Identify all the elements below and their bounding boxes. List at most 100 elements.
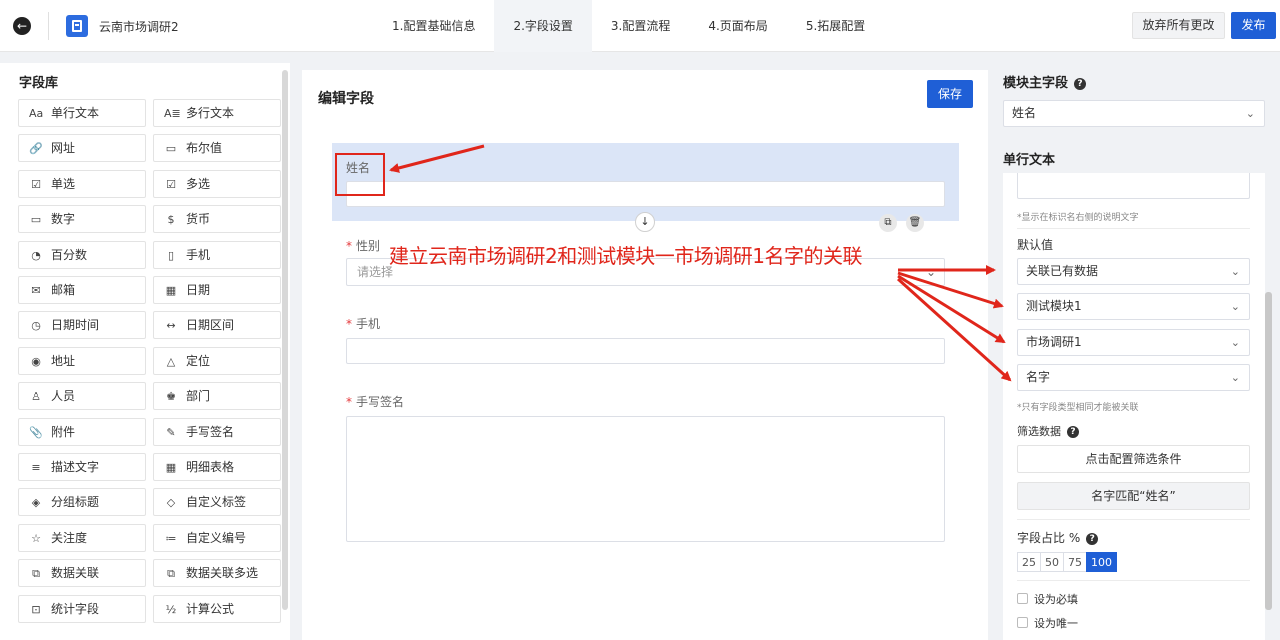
default-type-select[interactable]: 关联已有数据 ⌄ <box>1017 258 1250 285</box>
help-icon[interactable]: ? <box>1074 78 1087 90</box>
form-select[interactable]: 市场调研1 ⌄ <box>1017 329 1250 356</box>
library-item[interactable]: $ 货币 <box>153 205 281 234</box>
number-icon: ▭ <box>30 213 42 227</box>
library-item[interactable]: Aa 单行文本 <box>18 99 146 127</box>
mail-icon: ✉ <box>31 284 41 297</box>
library-item[interactable]: ▦ 明细表格 <box>153 453 281 481</box>
related-field-select[interactable]: 名字 ⌄ <box>1017 364 1250 391</box>
library-item-label: 网址 <box>51 141 76 156</box>
signature-pad[interactable] <box>346 416 945 542</box>
chevron-down-icon: ⌄ <box>1230 371 1240 384</box>
library-item[interactable]: ♚ 部门 <box>153 382 281 411</box>
chevron-down-icon: ⌄ <box>925 265 936 279</box>
library-item[interactable]: ▭ 布尔值 <box>153 134 281 163</box>
step-tab-field-settings[interactable]: 2.字段设置 <box>494 0 592 52</box>
library-item[interactable]: ⧉ 数据关联 <box>18 559 146 588</box>
width-option-100[interactable]: 100 <box>1086 552 1117 572</box>
library-item[interactable]: ≔ 自定义编号 <box>153 523 281 552</box>
width-option-75[interactable]: 75 <box>1063 552 1087 572</box>
date-range-icon: ↔ <box>166 319 176 333</box>
arrow-down-icon[interactable]: ↓ <box>635 212 655 232</box>
chevron-down-icon: ⌄ <box>1230 336 1240 349</box>
location-pin-icon: ◉ <box>31 354 41 368</box>
description-input[interactable] <box>1017 173 1250 199</box>
library-item[interactable]: ◔ 百分数 <box>18 240 146 269</box>
step-tab-basic-info[interactable]: 1.配置基础信息 <box>373 0 494 52</box>
star-icon: ☆ <box>31 531 41 545</box>
library-item[interactable]: △ 定位 <box>153 346 281 375</box>
library-item[interactable]: ✎ 手写签名 <box>153 417 281 446</box>
library-item-label: 统计字段 <box>51 601 100 616</box>
library-item-label: 布尔值 <box>186 141 223 156</box>
library-item[interactable]: ⊡ 统计字段 <box>18 594 146 623</box>
main-field-select[interactable]: 姓名 ⌄ <box>1003 100 1265 127</box>
relation-icon: ⧉ <box>32 567 40 581</box>
save-button[interactable]: 保存 <box>927 80 973 108</box>
library-item[interactable]: ◷ 日期时间 <box>18 311 146 340</box>
field-label: * 性别 <box>346 239 381 253</box>
description-hint: *显示在标识名右侧的说明文字 <box>1017 213 1139 223</box>
library-item[interactable]: ☆ 关注度 <box>18 523 146 552</box>
trash-icon[interactable]: 🗑 <box>906 214 924 232</box>
locate-icon: △ <box>166 354 176 368</box>
chevron-down-icon: ⌄ <box>1245 107 1255 120</box>
divider <box>1017 228 1250 229</box>
library-item[interactable]: ☑ 单选 <box>18 169 146 198</box>
library-item[interactable]: ♙ 人员 <box>18 382 146 411</box>
top-bar: ← 云南市场调研2 1.配置基础信息 2.字段设置 3.配置流程 4.页面布局 … <box>0 0 1280 52</box>
width-option-25[interactable]: 25 <box>1017 552 1041 572</box>
help-icon[interactable]: ? <box>1086 533 1099 545</box>
description-icon: ≡ <box>31 461 41 474</box>
list-number-icon: ≔ <box>165 531 177 545</box>
help-icon[interactable]: ? <box>1067 426 1079 438</box>
required-checkbox[interactable]: 设为必填 <box>1017 591 1078 607</box>
step-tab-extensions[interactable]: 5.拓展配置 <box>787 0 884 52</box>
library-scrollbar[interactable] <box>282 70 288 610</box>
library-item-label: 手机 <box>186 247 211 262</box>
phone-input[interactable] <box>346 338 945 364</box>
app-icon <box>66 15 88 37</box>
divider <box>48 12 49 40</box>
relation-multi-icon: ⧉ <box>167 567 175 581</box>
step-tabs: 1.配置基础信息 2.字段设置 3.配置流程 4.页面布局 5.拓展配置 <box>373 0 884 52</box>
library-item[interactable]: ½ 计算公式 <box>153 594 281 623</box>
calendar-icon: ▦ <box>165 284 177 297</box>
back-arrow-icon[interactable]: ← <box>13 17 31 35</box>
step-tab-workflow[interactable]: 3.配置流程 <box>592 0 689 52</box>
form-field-name[interactable]: 姓名 <box>332 143 959 221</box>
library-item[interactable]: ▭ 数字 <box>18 205 146 234</box>
library-item-label: 百分数 <box>51 247 88 262</box>
library-item[interactable]: ≡ 描述文字 <box>18 453 146 481</box>
discard-changes-button[interactable]: 放弃所有更改 <box>1132 12 1225 39</box>
library-item[interactable]: ▦ 日期 <box>153 276 281 304</box>
library-item[interactable]: ▯ 手机 <box>153 240 281 269</box>
library-item-label: 描述文字 <box>51 460 100 474</box>
library-item[interactable]: 📎 附件 <box>18 417 146 446</box>
library-item[interactable]: ⧉ 数据关联多选 <box>153 559 281 588</box>
divider <box>1017 580 1250 581</box>
step-tab-page-layout[interactable]: 4.页面布局 <box>689 0 786 52</box>
library-item[interactable]: A≣ 多行文本 <box>153 99 281 127</box>
checkbox-icon <box>1017 617 1028 628</box>
library-item[interactable]: 🔗 网址 <box>18 134 146 163</box>
library-item[interactable]: ✉ 邮箱 <box>18 276 146 304</box>
library-item[interactable]: ◈ 分组标题 <box>18 488 146 517</box>
library-item[interactable]: ↔ 日期区间 <box>153 311 281 340</box>
copy-icon[interactable]: ⧉ <box>879 214 897 232</box>
person-icon: ♙ <box>31 390 41 404</box>
module-select[interactable]: 测试模块1 ⌄ <box>1017 293 1250 320</box>
properties-scrollbar[interactable] <box>1265 292 1272 610</box>
unique-checkbox[interactable]: 设为唯一 <box>1017 615 1078 631</box>
match-field-button[interactable]: 名字匹配“姓名” <box>1017 482 1250 510</box>
width-option-50[interactable]: 50 <box>1040 552 1064 572</box>
library-item[interactable]: ◇ 自定义标签 <box>153 488 281 517</box>
paperclip-icon: 📎 <box>29 425 43 439</box>
library-item[interactable]: ◉ 地址 <box>18 346 146 375</box>
configure-filter-button[interactable]: 点击配置筛选条件 <box>1017 445 1250 473</box>
name-input[interactable] <box>346 181 945 207</box>
publish-button[interactable]: 发布 <box>1231 12 1276 39</box>
library-item[interactable]: ☑ 多选 <box>153 169 281 198</box>
tag-icon: ◇ <box>166 496 176 510</box>
toggle-icon: ▭ <box>165 142 177 156</box>
divider <box>1017 519 1250 520</box>
